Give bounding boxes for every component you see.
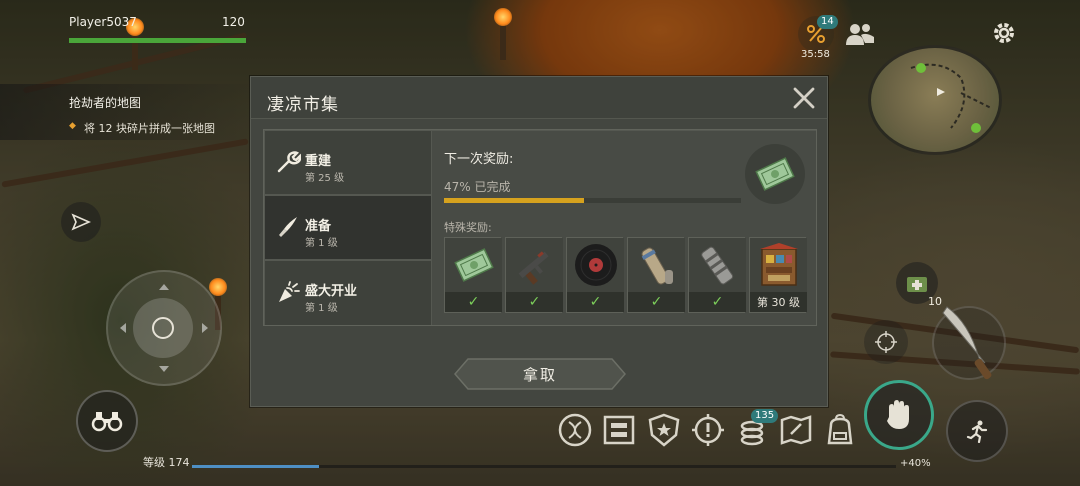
shield-star-icon bbox=[648, 413, 680, 447]
clan-button[interactable] bbox=[644, 410, 684, 450]
player-level: 等级 174 bbox=[143, 456, 190, 469]
navigation-button[interactable] bbox=[61, 202, 101, 242]
building-menu-button[interactable] bbox=[599, 410, 639, 450]
building-icon bbox=[603, 415, 635, 445]
settings-button[interactable] bbox=[988, 17, 1020, 49]
progress-text: 47% 已完成 bbox=[444, 180, 511, 194]
binoculars-button[interactable] bbox=[76, 390, 138, 452]
coins-count-badge: 135 bbox=[751, 409, 779, 423]
vinyl-record-icon bbox=[574, 244, 617, 286]
machete-icon bbox=[942, 306, 992, 380]
xp-bonus: +40% bbox=[900, 458, 931, 469]
weapon-slot-button[interactable] bbox=[932, 306, 1006, 380]
category-item-grand-opening[interactable]: 盛大开业 第 1 级 bbox=[265, 261, 431, 325]
close-icon bbox=[793, 87, 815, 109]
category-item-rebuild[interactable]: 重建 第 25 级 bbox=[265, 131, 431, 195]
category-label: 盛大开业 bbox=[305, 284, 358, 299]
torch bbox=[126, 18, 144, 70]
knife-icon bbox=[279, 217, 297, 237]
map-button[interactable] bbox=[776, 410, 816, 450]
gear-icon bbox=[994, 23, 1014, 43]
backpack-icon bbox=[827, 413, 853, 445]
category-label: 重建 bbox=[305, 154, 332, 169]
special-reward-slot[interactable]: 第 30 级 bbox=[749, 237, 807, 313]
health-bar-fill bbox=[69, 38, 246, 43]
attack-button[interactable] bbox=[864, 380, 934, 450]
category-label: 准备 bbox=[305, 219, 332, 234]
category-level: 第 1 级 bbox=[305, 238, 338, 249]
special-rewards-label: 特殊奖励: bbox=[444, 221, 492, 234]
sprint-button[interactable] bbox=[946, 400, 1008, 462]
close-button[interactable] bbox=[789, 83, 819, 113]
map-icon bbox=[780, 415, 812, 445]
health-bar bbox=[69, 38, 246, 43]
category-level: 第 1 级 bbox=[305, 303, 338, 314]
special-reward-slot[interactable]: ✓ bbox=[505, 237, 563, 313]
special-reward-slot[interactable]: ✓ bbox=[566, 237, 624, 313]
next-reward-preview[interactable] bbox=[745, 144, 805, 204]
quest-description: 将 12 块碎片拼成一张地图 bbox=[84, 122, 215, 135]
inventory-button[interactable] bbox=[820, 410, 860, 450]
bazaar-dialog: 凄凉市集 重建 第 25 级 准备 第 1 级 盛大开业 第 1 级 下一次奖励… bbox=[250, 76, 828, 407]
claimed-check-icon: ✓ bbox=[467, 294, 480, 310]
send-arrow-icon bbox=[71, 213, 91, 231]
special-reward-slot[interactable]: ✓ bbox=[444, 237, 502, 313]
joystick-arrows-icon bbox=[120, 284, 208, 372]
claim-label: 拿取 bbox=[522, 365, 557, 384]
content-frame: 重建 第 25 级 准备 第 1 级 盛大开业 第 1 级 下一次奖励: 47%… bbox=[263, 129, 817, 326]
shop-crate-icon bbox=[759, 243, 798, 286]
xp-bar-fill bbox=[192, 465, 319, 468]
running-man-icon bbox=[966, 420, 988, 443]
tube-icon bbox=[641, 247, 673, 285]
minimap[interactable] bbox=[868, 45, 1002, 155]
progress-bar-fill bbox=[444, 198, 584, 203]
claimed-check-icon: ✓ bbox=[650, 294, 663, 310]
dna-event-button[interactable] bbox=[555, 410, 595, 450]
discount-count-badge: 14 bbox=[817, 15, 838, 29]
claimed-check-icon: ✓ bbox=[528, 294, 541, 310]
category-list: 重建 第 25 级 准备 第 1 级 盛大开业 第 1 级 bbox=[265, 131, 431, 325]
special-reward-slot[interactable]: ✓ bbox=[688, 237, 746, 313]
dialog-title: 凄凉市集 bbox=[267, 95, 339, 115]
crosshair-icon bbox=[875, 331, 897, 353]
party-popper-icon bbox=[279, 281, 300, 302]
xp-bar bbox=[192, 465, 896, 468]
next-reward-label: 下一次奖励: bbox=[444, 152, 514, 167]
category-level: 第 25 级 bbox=[305, 173, 345, 184]
claimed-check-icon: ✓ bbox=[589, 294, 602, 310]
aim-button[interactable] bbox=[864, 320, 908, 364]
reward-pane: 下一次奖励: 47% 已完成 特殊奖励: ✓ ✓ ✓ ✓ ✓ 第 30 级 bbox=[432, 131, 816, 325]
wrench-icon bbox=[277, 151, 301, 173]
torch bbox=[494, 8, 512, 60]
discount-timer: 35:58 bbox=[801, 49, 830, 60]
friends-button[interactable] bbox=[844, 18, 876, 50]
dna-icon bbox=[558, 413, 592, 447]
category-item-prepare[interactable]: 准备 第 1 级 bbox=[265, 196, 431, 260]
medkit-icon bbox=[907, 277, 927, 292]
hand-icon bbox=[887, 400, 909, 429]
player-health-value: 120 bbox=[222, 15, 245, 29]
reward-unlock-level: 第 30 级 bbox=[750, 292, 807, 312]
claim-button[interactable]: 拿取 bbox=[454, 358, 626, 390]
dialog-header: 凄凉市集 bbox=[251, 77, 827, 119]
money-icon bbox=[755, 157, 795, 191]
binoculars-icon bbox=[91, 412, 123, 432]
events-button[interactable] bbox=[688, 410, 728, 450]
claimed-check-icon: ✓ bbox=[711, 294, 724, 310]
gun-icon bbox=[518, 251, 549, 285]
alert-compass-icon bbox=[692, 414, 724, 446]
quest-title: 抢劫者的地图 bbox=[69, 96, 142, 110]
money-icon bbox=[453, 248, 494, 282]
friends-icon bbox=[846, 24, 874, 45]
progress-bar bbox=[444, 198, 741, 203]
quest-bullet-icon: ◆ bbox=[69, 121, 76, 131]
special-reward-slot[interactable]: ✓ bbox=[627, 237, 685, 313]
silencer-icon bbox=[700, 246, 733, 285]
player-name: Player5037 bbox=[69, 15, 137, 29]
